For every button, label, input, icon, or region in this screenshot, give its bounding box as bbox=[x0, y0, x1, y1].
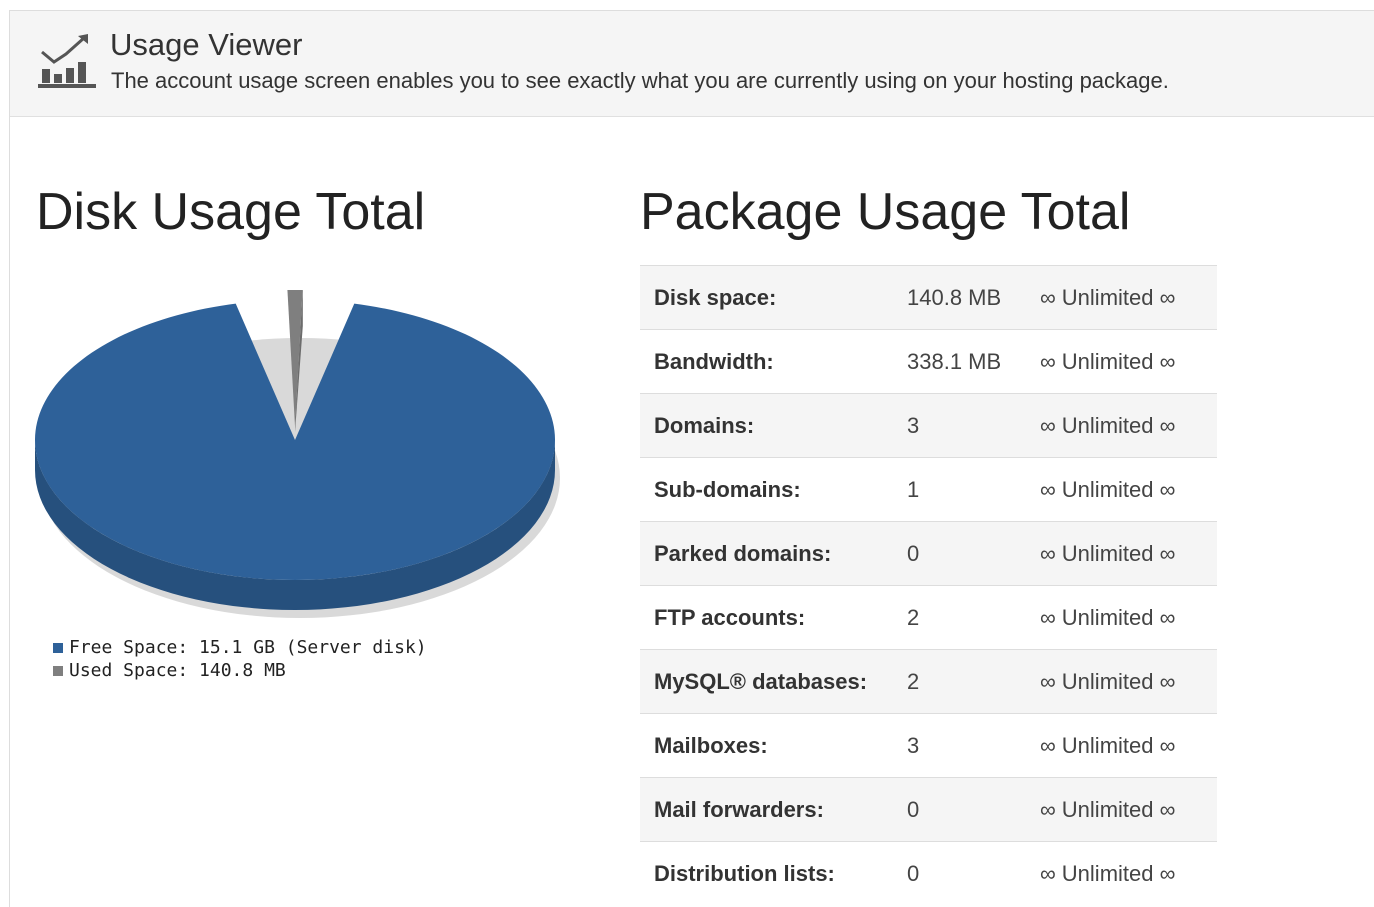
row-label: Sub-domains: bbox=[654, 476, 801, 502]
legend-swatch-free bbox=[53, 642, 63, 653]
chart-trend-icon bbox=[38, 34, 96, 88]
row-label: Bandwidth: bbox=[654, 348, 774, 374]
table-row: Bandwidth: 338.1 MB ∞ Unlimited ∞ bbox=[640, 329, 1217, 394]
row-limit: ∞ Unlimited ∞ bbox=[1040, 284, 1176, 310]
legend-label-used: Used Space: 140.8 MB bbox=[69, 660, 286, 681]
legend-swatch-used bbox=[53, 665, 63, 676]
page-title: Usage Viewer bbox=[110, 27, 303, 62]
pie-legend: Free Space: 15.1 GB (Server disk) Used S… bbox=[53, 636, 427, 682]
page-description: The account usage screen enables you to … bbox=[111, 68, 1169, 93]
row-limit: ∞ Unlimited ∞ bbox=[1040, 860, 1176, 886]
table-row: MySQL® databases: 2 ∞ Unlimited ∞ bbox=[640, 649, 1217, 714]
legend-label-free: Free Space: 15.1 GB (Server disk) bbox=[69, 637, 427, 658]
row-value: 3 bbox=[907, 732, 920, 758]
row-label: Domains: bbox=[654, 412, 755, 438]
row-label: FTP accounts: bbox=[654, 604, 806, 630]
row-value: 140.8 MB bbox=[907, 284, 1002, 310]
row-limit: ∞ Unlimited ∞ bbox=[1040, 412, 1176, 438]
package-usage-title: Package Usage Total bbox=[640, 183, 1131, 241]
row-label: Mail forwarders: bbox=[654, 796, 824, 822]
row-label: Mailboxes: bbox=[654, 732, 768, 758]
row-label: Disk space: bbox=[654, 284, 777, 310]
row-label: MySQL® databases: bbox=[654, 668, 868, 694]
row-value: 3 bbox=[907, 412, 920, 438]
row-limit: ∞ Unlimited ∞ bbox=[1040, 476, 1176, 502]
row-value: 0 bbox=[907, 796, 920, 822]
row-value: 2 bbox=[907, 604, 920, 630]
table-row: Mail forwarders: 0 ∞ Unlimited ∞ bbox=[640, 777, 1217, 842]
row-limit: ∞ Unlimited ∞ bbox=[1040, 732, 1176, 758]
table-row: Sub-domains: 1 ∞ Unlimited ∞ bbox=[640, 457, 1217, 522]
row-limit: ∞ Unlimited ∞ bbox=[1040, 348, 1176, 374]
table-row: Disk space: 140.8 MB ∞ Unlimited ∞ bbox=[640, 265, 1217, 330]
row-value: 2 bbox=[907, 668, 920, 694]
disk-usage-title: Disk Usage Total bbox=[36, 183, 426, 241]
row-limit: ∞ Unlimited ∞ bbox=[1040, 540, 1176, 566]
disk-usage-pie-chart bbox=[35, 290, 560, 618]
table-row: Mailboxes: 3 ∞ Unlimited ∞ bbox=[640, 713, 1217, 778]
row-limit: ∞ Unlimited ∞ bbox=[1040, 796, 1176, 822]
page-header: Usage Viewer The account usage screen en… bbox=[10, 11, 1374, 117]
row-value: 0 bbox=[907, 860, 920, 886]
table-row: Parked domains: 0 ∞ Unlimited ∞ bbox=[640, 521, 1217, 586]
table-row: Domains: 3 ∞ Unlimited ∞ bbox=[640, 393, 1217, 458]
row-label: Distribution lists: bbox=[654, 860, 835, 886]
table-row: Distribution lists: 0 ∞ Unlimited ∞ bbox=[640, 841, 1217, 906]
row-label: Parked domains: bbox=[654, 540, 832, 566]
legend-item-used-space: Used Space: 140.8 MB bbox=[53, 659, 427, 682]
row-value: 338.1 MB bbox=[907, 348, 1002, 374]
table-row: FTP accounts: 2 ∞ Unlimited ∞ bbox=[640, 585, 1217, 650]
row-value: 1 bbox=[907, 476, 920, 502]
legend-item-free-space: Free Space: 15.1 GB (Server disk) bbox=[53, 636, 427, 659]
row-limit: ∞ Unlimited ∞ bbox=[1040, 668, 1176, 694]
package-usage-table: Disk space: 140.8 MB ∞ Unlimited ∞ Bandw… bbox=[640, 265, 1217, 906]
row-limit: ∞ Unlimited ∞ bbox=[1040, 604, 1176, 630]
row-value: 0 bbox=[907, 540, 920, 566]
